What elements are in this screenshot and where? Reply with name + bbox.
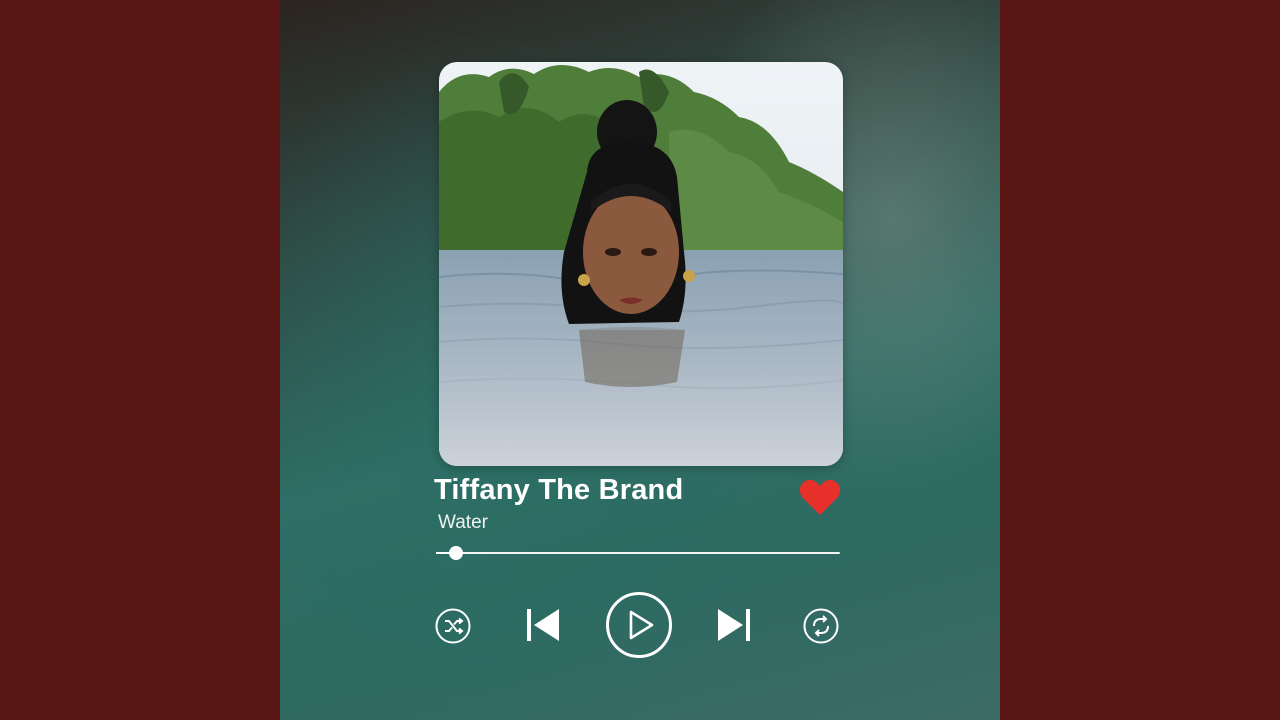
player-card: Tiffany The Brand Water bbox=[280, 0, 1000, 720]
shuffle-icon bbox=[435, 608, 471, 644]
progress-bar[interactable] bbox=[436, 546, 840, 560]
play-button[interactable] bbox=[605, 591, 673, 659]
progress-knob[interactable] bbox=[449, 546, 464, 560]
heart-icon[interactable] bbox=[798, 477, 842, 517]
play-icon bbox=[606, 592, 672, 658]
repeat-icon bbox=[803, 608, 839, 644]
previous-button[interactable] bbox=[524, 607, 562, 643]
track-title: Water bbox=[438, 512, 488, 533]
shuffle-button[interactable] bbox=[435, 608, 471, 644]
heart-shape bbox=[799, 479, 841, 515]
album-art bbox=[439, 62, 843, 466]
artist-name: Tiffany The Brand bbox=[434, 474, 684, 506]
skip-previous-icon bbox=[527, 609, 559, 641]
skip-next-icon bbox=[718, 609, 750, 641]
repeat-button[interactable] bbox=[803, 608, 839, 644]
next-button[interactable] bbox=[715, 607, 753, 643]
